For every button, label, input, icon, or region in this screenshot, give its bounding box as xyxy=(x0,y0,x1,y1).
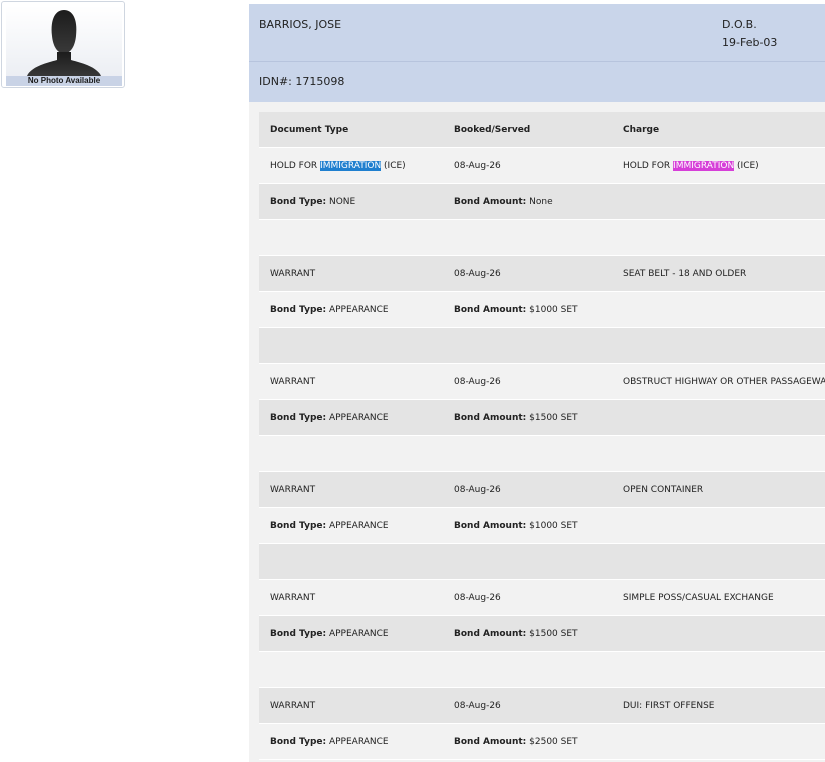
booked-date-cell: 08-Aug-26 xyxy=(454,377,501,387)
search-highlight: IMMIGRATION xyxy=(673,161,735,171)
bond-row: Bond Type: NONE Bond Amount: None xyxy=(259,184,825,220)
charge-cell: OBSTRUCT HIGHWAY OR OTHER PASSAGEWAY xyxy=(623,377,825,387)
booked-date-cell: 08-Aug-26 xyxy=(454,485,501,495)
bond-amount-cell: Bond Amount: $1000 SET xyxy=(454,305,578,315)
bond-amount-cell: Bond Amount: $2500 SET xyxy=(454,737,578,747)
dob-value: 19-Feb-03 xyxy=(722,36,778,49)
bond-row: Bond Type: APPEARANCE Bond Amount: $1000… xyxy=(259,508,825,544)
document-type-cell: HOLD FOR IMMIGRATION (ICE) xyxy=(270,161,406,171)
charge-cell: OPEN CONTAINER xyxy=(623,485,704,495)
booked-date-cell: 08-Aug-26 xyxy=(454,593,501,603)
bond-amount-cell: Bond Amount: None xyxy=(454,197,553,207)
table-row: WARRANT 08-Aug-26 OBSTRUCT HIGHWAY OR OT… xyxy=(259,364,825,400)
table-row: WARRANT 08-Aug-26 SEAT BELT - 18 AND OLD… xyxy=(259,256,825,292)
charge-cell: DUI: FIRST OFFENSE xyxy=(623,701,715,711)
bond-row: Bond Type: APPEARANCE Bond Amount: $2500… xyxy=(259,724,825,760)
no-photo-caption: No Photo Available xyxy=(6,76,122,86)
column-header-booked-served: Booked/Served xyxy=(454,125,531,135)
bond-row: Bond Type: APPEARANCE Bond Amount: $1500… xyxy=(259,400,825,436)
bond-row: Bond Type: APPEARANCE Bond Amount: $1500… xyxy=(259,616,825,652)
column-header-document-type: Document Type xyxy=(270,125,349,135)
table-row: WARRANT 08-Aug-26 SIMPLE POSS/CASUAL EXC… xyxy=(259,580,825,616)
bond-type-cell: Bond Type: APPEARANCE xyxy=(270,737,389,747)
document-type-cell: WARRANT xyxy=(270,377,316,387)
idn-number: IDN#: 1715098 xyxy=(259,75,345,88)
bond-type-cell: Bond Type: NONE xyxy=(270,197,356,207)
person-silhouette-icon xyxy=(26,10,102,78)
inmate-name: BARRIOS, JOSE xyxy=(259,18,342,31)
charge-cell: HOLD FOR IMMIGRATION (ICE) xyxy=(623,161,759,171)
bond-type-cell: Bond Type: APPEARANCE xyxy=(270,305,389,315)
charge-cell: SEAT BELT - 18 AND OLDER xyxy=(623,269,747,279)
bond-type-cell: Bond Type: APPEARANCE xyxy=(270,629,389,639)
booked-date-cell: 08-Aug-26 xyxy=(454,269,501,279)
bond-amount-cell: Bond Amount: $1500 SET xyxy=(454,629,578,639)
table-header-row: Document Type Booked/Served Charge xyxy=(259,112,825,148)
spacer-row xyxy=(259,220,825,256)
document-type-cell: WARRANT xyxy=(270,701,316,711)
bond-amount-cell: Bond Amount: $1500 SET xyxy=(454,413,578,423)
column-header-charge: Charge xyxy=(623,125,660,135)
booked-date-cell: 08-Aug-26 xyxy=(454,701,501,711)
booked-date-cell: 08-Aug-26 xyxy=(454,161,501,171)
dob-label: D.O.B. xyxy=(722,18,757,31)
search-highlight: IMMIGRATION xyxy=(320,161,382,171)
spacer-row xyxy=(259,544,825,580)
charge-cell: SIMPLE POSS/CASUAL EXCHANGE xyxy=(623,593,774,603)
spacer-row xyxy=(259,436,825,472)
booking-detail-panel: BARRIOS, JOSE D.O.B. 19-Feb-03 IDN#: 171… xyxy=(249,4,825,762)
bond-type-cell: Bond Type: APPEARANCE xyxy=(270,521,389,531)
charges-table: Document Type Booked/Served Charge HOLD … xyxy=(259,112,825,760)
inmate-header: BARRIOS, JOSE D.O.B. 19-Feb-03 xyxy=(249,4,825,62)
inmate-photo-card: No Photo Available xyxy=(1,1,125,88)
spacer-row xyxy=(259,652,825,688)
document-type-cell: WARRANT xyxy=(270,269,316,279)
document-type-cell: WARRANT xyxy=(270,485,316,495)
table-row: WARRANT 08-Aug-26 DUI: FIRST OFFENSE xyxy=(259,688,825,724)
bond-row: Bond Type: APPEARANCE Bond Amount: $1000… xyxy=(259,292,825,328)
bond-type-cell: Bond Type: APPEARANCE xyxy=(270,413,389,423)
document-type-cell: WARRANT xyxy=(270,593,316,603)
no-photo-placeholder: No Photo Available xyxy=(6,6,122,86)
spacer-row xyxy=(259,328,825,364)
table-row: HOLD FOR IMMIGRATION (ICE) 08-Aug-26 HOL… xyxy=(259,148,825,184)
table-row: WARRANT 08-Aug-26 OPEN CONTAINER xyxy=(259,472,825,508)
bond-amount-cell: Bond Amount: $1000 SET xyxy=(454,521,578,531)
idn-bar: IDN#: 1715098 xyxy=(249,62,825,102)
